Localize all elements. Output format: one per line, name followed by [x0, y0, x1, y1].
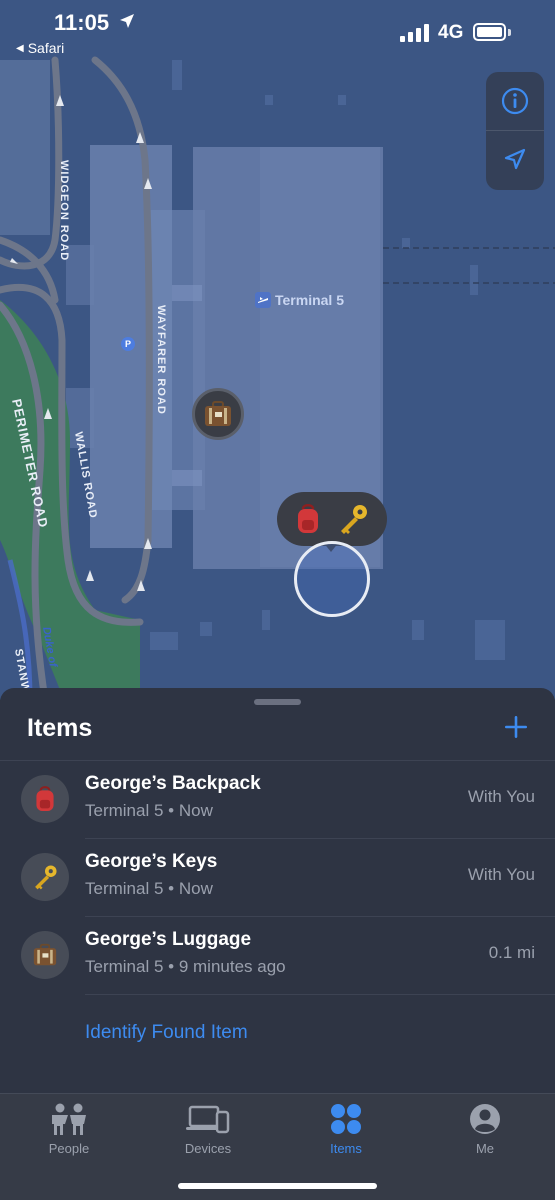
- item-time: 9 minutes ago: [178, 957, 286, 976]
- items-sheet: Items George’s Backpack Terminal 5 • Now…: [0, 688, 555, 1093]
- tab-label: Items: [330, 1141, 362, 1156]
- tab-items[interactable]: Items: [286, 1094, 406, 1164]
- map-background: [0, 0, 555, 700]
- plus-icon: [505, 716, 527, 738]
- separator-dot: •: [168, 879, 175, 898]
- item-subtitle: Terminal 5 • Now: [85, 801, 213, 821]
- sheet-grabber[interactable]: [254, 699, 301, 705]
- separator-dot: •: [168, 801, 175, 820]
- status-time: 11:05: [54, 10, 110, 35]
- back-to-app-link[interactable]: ◀ Safari: [16, 40, 64, 56]
- luggage-icon: [33, 943, 57, 966]
- item-row-keys[interactable]: George’s Keys Terminal 5 • Now With You: [0, 839, 555, 917]
- key-icon: [341, 505, 367, 534]
- item-row-luggage[interactable]: George’s Luggage Terminal 5 • 9 minutes …: [0, 917, 555, 995]
- sheet-title: Items: [27, 714, 93, 742]
- battery-icon: [473, 23, 506, 41]
- luggage-icon: [205, 401, 231, 426]
- terminal-name: Terminal 5: [275, 292, 344, 308]
- item-time: Now: [178, 879, 213, 898]
- items-cluster-pin[interactable]: [277, 492, 387, 546]
- back-triangle-icon: ◀: [16, 42, 24, 54]
- road-label-widgeon: WIDGEON ROAD: [58, 160, 70, 262]
- item-status: With You: [467, 787, 535, 806]
- item-subtitle: Terminal 5 • 9 minutes ago: [85, 957, 286, 977]
- item-subtitle: Terminal 5 • Now: [85, 879, 213, 899]
- location-services-icon: [120, 14, 134, 28]
- map-controls: [486, 72, 544, 190]
- battery-tip: [508, 29, 511, 36]
- airplane-icon: [255, 292, 271, 308]
- item-status: 0.1 mi: [488, 943, 535, 962]
- item-avatar: [21, 775, 69, 823]
- people-icon: [52, 1103, 86, 1135]
- item-location: Terminal 5: [85, 801, 164, 820]
- road-label-wayfarer: WAYFARER ROAD: [155, 305, 167, 415]
- separator-dot: •: [168, 957, 175, 976]
- status-bar: 11:05 ◀ Safari 4G: [0, 0, 555, 60]
- item-location: Terminal 5: [85, 879, 164, 898]
- terminal-label[interactable]: Terminal 5: [255, 292, 344, 308]
- tab-devices[interactable]: Devices: [148, 1094, 268, 1164]
- item-status: With You: [467, 865, 535, 884]
- item-name: George’s Keys: [85, 851, 218, 872]
- key-icon: [35, 865, 57, 890]
- back-app-label: Safari: [27, 40, 65, 56]
- user-location-marker: [294, 541, 370, 617]
- devices-icon: [186, 1105, 230, 1134]
- network-type: 4G: [438, 22, 464, 43]
- location-arrow-icon: [504, 148, 526, 170]
- info-icon: [501, 87, 529, 115]
- item-location: Terminal 5: [85, 957, 164, 976]
- row-divider: [85, 994, 555, 995]
- item-avatar: [21, 931, 69, 979]
- current-location-button[interactable]: [486, 131, 544, 189]
- items-icon: [331, 1104, 361, 1134]
- me-icon: [470, 1104, 500, 1134]
- add-item-button[interactable]: [501, 712, 531, 742]
- backpack-icon: [36, 786, 54, 811]
- tab-label: Devices: [184, 1141, 232, 1156]
- home-indicator[interactable]: [178, 1183, 377, 1189]
- tab-people[interactable]: People: [9, 1094, 129, 1164]
- item-avatar: [21, 853, 69, 901]
- luggage-map-pin[interactable]: [192, 388, 244, 440]
- tab-me[interactable]: Me: [425, 1094, 545, 1164]
- backpack-icon: [298, 504, 318, 533]
- item-name: George’s Backpack: [85, 773, 261, 794]
- tab-label: Me: [475, 1141, 495, 1156]
- item-time: Now: [178, 801, 213, 820]
- tab-label: People: [48, 1141, 90, 1156]
- item-name: George’s Luggage: [85, 929, 252, 950]
- item-row-backpack[interactable]: George’s Backpack Terminal 5 • Now With …: [0, 761, 555, 839]
- parking-icon: P: [121, 337, 135, 351]
- identify-found-item-link[interactable]: Identify Found Item: [85, 1022, 248, 1044]
- info-button[interactable]: [486, 72, 544, 130]
- cellular-signal-icon: [400, 24, 429, 42]
- map-view[interactable]: WIDGEON ROAD WAYFARER ROAD WALLIS ROAD P…: [0, 0, 555, 700]
